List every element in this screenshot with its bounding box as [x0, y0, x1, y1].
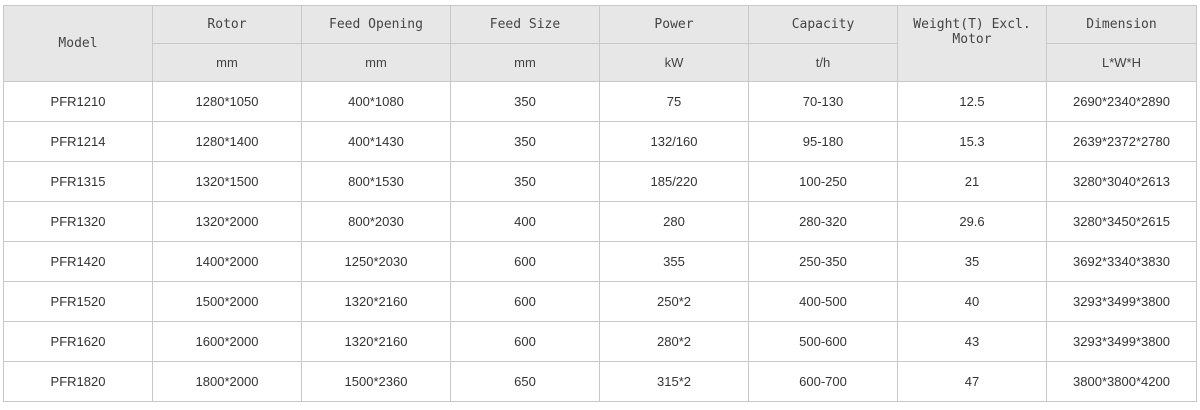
cell-power: 250*2 — [599, 281, 749, 322]
cell-weight: 29.6 — [897, 201, 1047, 242]
header-row: Model Rotor Feed Opening Feed Size Power… — [3, 5, 1197, 82]
cell-feed-size: 650 — [450, 361, 600, 402]
cell-capacity: 280-320 — [748, 201, 898, 242]
header-weight: Weight(T) Excl. Motor — [897, 5, 1047, 82]
table-row: PFR1214 1280*1400 400*1430 350 132/160 9… — [3, 121, 1197, 162]
cell-feed-size: 400 — [450, 201, 600, 242]
header-feed-opening: Feed Opening — [301, 5, 451, 44]
cell-power: 185/220 — [599, 161, 749, 202]
cell-feed-size: 600 — [450, 321, 600, 362]
cell-model: PFR1214 — [3, 121, 153, 162]
cell-rotor: 1500*2000 — [152, 281, 302, 322]
cell-capacity: 70-130 — [748, 81, 898, 122]
cell-weight: 35 — [897, 241, 1047, 282]
cell-feed-opening: 1250*2030 — [301, 241, 451, 282]
cell-weight: 40 — [897, 281, 1047, 322]
cell-weight: 43 — [897, 321, 1047, 362]
cell-weight: 15.3 — [897, 121, 1047, 162]
table-header: Model Rotor Feed Opening Feed Size Power… — [3, 5, 1197, 82]
unit-feed-opening: mm — [301, 43, 451, 82]
cell-capacity: 400-500 — [748, 281, 898, 322]
header-rotor: Rotor — [152, 5, 302, 44]
cell-model: PFR1315 — [3, 161, 153, 202]
cell-dimension: 2639*2372*2780 — [1046, 121, 1197, 162]
cell-dimension: 3293*3499*3800 — [1046, 281, 1197, 322]
cell-capacity: 250-350 — [748, 241, 898, 282]
cell-model: PFR1320 — [3, 201, 153, 242]
cell-rotor: 1400*2000 — [152, 241, 302, 282]
cell-feed-size: 350 — [450, 121, 600, 162]
cell-rotor: 1320*1500 — [152, 161, 302, 202]
header-capacity: Capacity — [748, 5, 898, 44]
cell-feed-opening: 1320*2160 — [301, 281, 451, 322]
cell-capacity: 95-180 — [748, 121, 898, 162]
cell-feed-size: 600 — [450, 281, 600, 322]
cell-rotor: 1280*1400 — [152, 121, 302, 162]
cell-model: PFR1420 — [3, 241, 153, 282]
cell-power: 75 — [599, 81, 749, 122]
cell-weight: 12.5 — [897, 81, 1047, 122]
cell-feed-opening: 1320*2160 — [301, 321, 451, 362]
cell-power: 355 — [599, 241, 749, 282]
cell-weight: 47 — [897, 361, 1047, 402]
table-row: PFR1620 1600*2000 1320*2160 600 280*2 50… — [3, 321, 1197, 362]
table-row: PFR1315 1320*1500 800*1530 350 185/220 1… — [3, 161, 1197, 202]
cell-rotor: 1320*2000 — [152, 201, 302, 242]
cell-dimension: 3800*3800*4200 — [1046, 361, 1197, 402]
unit-feed-size: mm — [450, 43, 600, 82]
header-feed-size: Feed Size — [450, 5, 600, 44]
cell-feed-opening: 800*1530 — [301, 161, 451, 202]
cell-capacity: 600-700 — [748, 361, 898, 402]
cell-feed-size: 350 — [450, 161, 600, 202]
table-row: PFR1320 1320*2000 800*2030 400 280 280-3… — [3, 201, 1197, 242]
cell-feed-size: 600 — [450, 241, 600, 282]
cell-power: 315*2 — [599, 361, 749, 402]
cell-dimension: 3280*3450*2615 — [1046, 201, 1197, 242]
cell-power: 280*2 — [599, 321, 749, 362]
table-row: PFR1420 1400*2000 1250*2030 600 355 250-… — [3, 241, 1197, 282]
table-body: PFR1210 1280*1050 400*1080 350 75 70-130… — [3, 81, 1197, 402]
cell-power: 132/160 — [599, 121, 749, 162]
cell-feed-opening: 800*2030 — [301, 201, 451, 242]
unit-power: kW — [599, 43, 749, 82]
cell-rotor: 1800*2000 — [152, 361, 302, 402]
table-row: PFR1820 1800*2000 1500*2360 650 315*2 60… — [3, 361, 1197, 402]
table-row: PFR1520 1500*2000 1320*2160 600 250*2 40… — [3, 281, 1197, 322]
cell-feed-opening: 400*1430 — [301, 121, 451, 162]
cell-model: PFR1820 — [3, 361, 153, 402]
unit-rotor: mm — [152, 43, 302, 82]
cell-dimension: 2690*2340*2890 — [1046, 81, 1197, 122]
cell-model: PFR1520 — [3, 281, 153, 322]
header-dimension: Dimension — [1046, 5, 1197, 44]
unit-capacity: t/h — [748, 43, 898, 82]
unit-dimension: L*W*H — [1046, 43, 1197, 82]
cell-rotor: 1600*2000 — [152, 321, 302, 362]
cell-capacity: 500-600 — [748, 321, 898, 362]
cell-dimension: 3692*3340*3830 — [1046, 241, 1197, 282]
cell-rotor: 1280*1050 — [152, 81, 302, 122]
cell-model: PFR1210 — [3, 81, 153, 122]
cell-feed-size: 350 — [450, 81, 600, 122]
cell-capacity: 100-250 — [748, 161, 898, 202]
cell-weight: 21 — [897, 161, 1047, 202]
cell-model: PFR1620 — [3, 321, 153, 362]
cell-dimension: 3293*3499*3800 — [1046, 321, 1197, 362]
cell-feed-opening: 400*1080 — [301, 81, 451, 122]
cell-power: 280 — [599, 201, 749, 242]
cell-feed-opening: 1500*2360 — [301, 361, 451, 402]
cell-dimension: 3280*3040*2613 — [1046, 161, 1197, 202]
header-model: Model — [3, 5, 153, 82]
table-row: PFR1210 1280*1050 400*1080 350 75 70-130… — [3, 81, 1197, 122]
specifications-table: Model Rotor Feed Opening Feed Size Power… — [3, 5, 1197, 402]
header-power: Power — [599, 5, 749, 44]
